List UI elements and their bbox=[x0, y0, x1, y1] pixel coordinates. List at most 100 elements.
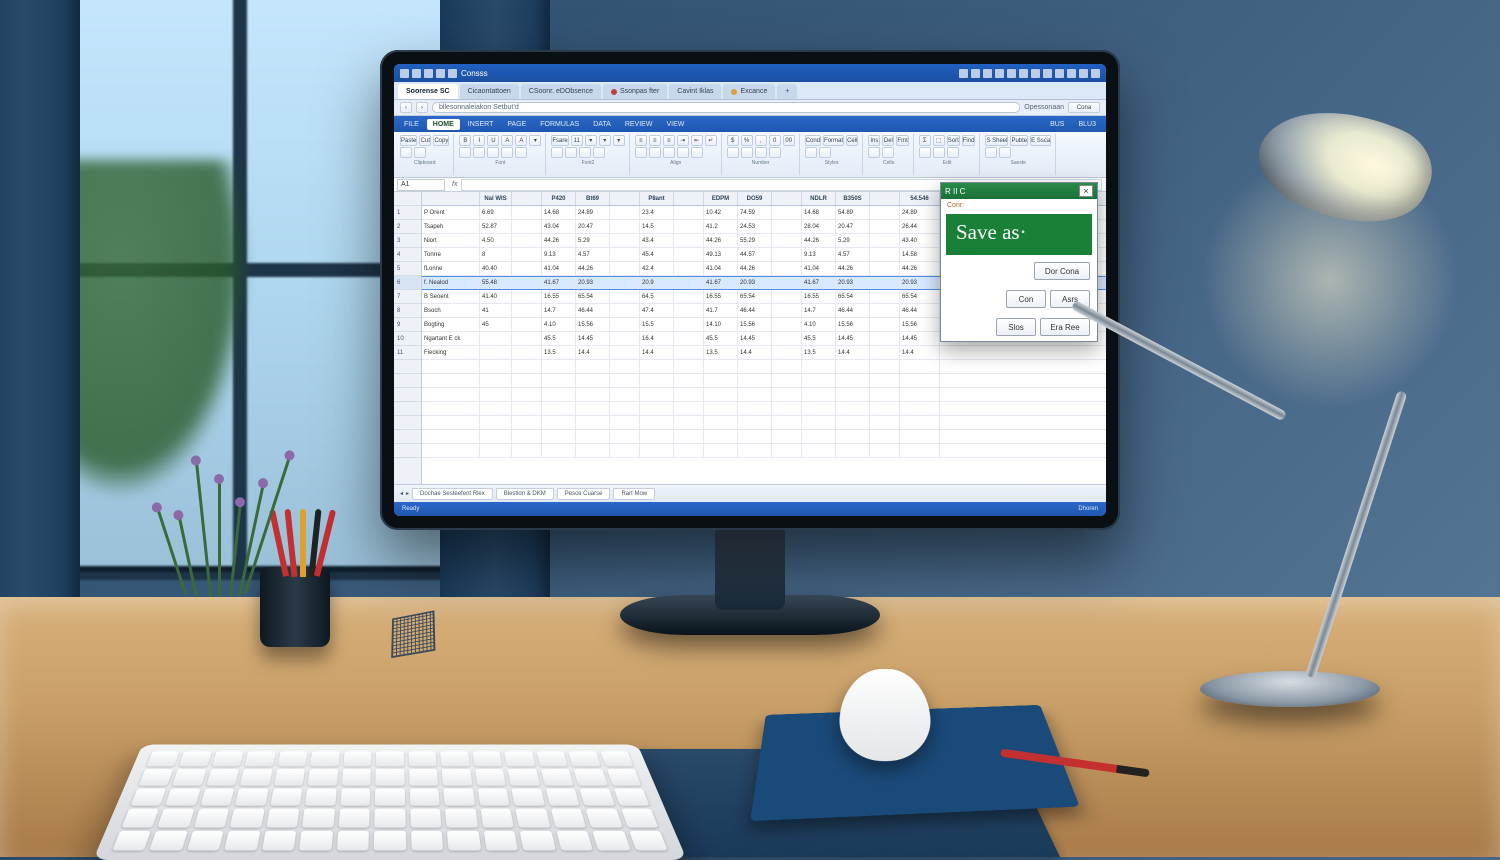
cell[interactable] bbox=[772, 402, 802, 415]
sheet-nav-icon[interactable]: ▸ bbox=[406, 490, 409, 497]
cell[interactable] bbox=[542, 360, 576, 373]
cell[interactable]: 64.5 bbox=[640, 290, 674, 303]
dialog-eraree-button[interactable]: Era Ree bbox=[1040, 318, 1090, 336]
cell[interactable]: 44.26 bbox=[704, 234, 738, 247]
new-tab-button[interactable]: + bbox=[777, 84, 797, 99]
cell[interactable] bbox=[802, 374, 836, 387]
ribbon-button[interactable]: Pubte bbox=[1010, 135, 1028, 146]
cell[interactable] bbox=[576, 360, 610, 373]
ribbon-tab[interactable]: REVIEW bbox=[619, 119, 659, 130]
name-box[interactable]: A1 bbox=[397, 179, 445, 191]
cell[interactable]: 55.29 bbox=[738, 234, 772, 247]
cell[interactable] bbox=[870, 277, 900, 289]
cell[interactable]: 14.68 bbox=[802, 206, 836, 219]
cell[interactable]: 20.93 bbox=[738, 277, 772, 289]
cell[interactable] bbox=[704, 402, 738, 415]
ribbon-qat[interactable]: BUS bbox=[1044, 119, 1070, 130]
row-header[interactable]: 7 bbox=[394, 290, 421, 304]
cell[interactable]: 41.67 bbox=[704, 277, 738, 289]
row-label-cell[interactable] bbox=[422, 374, 480, 387]
cell[interactable] bbox=[542, 430, 576, 443]
ribbon-button[interactable]: ⬚ bbox=[933, 135, 945, 146]
cell[interactable]: 13.5 bbox=[802, 346, 836, 359]
cell[interactable] bbox=[704, 360, 738, 373]
cell[interactable] bbox=[870, 346, 900, 359]
ribbon-button[interactable]: % bbox=[741, 135, 753, 146]
ribbon-qat[interactable]: BLU3 bbox=[1072, 119, 1102, 130]
ribbon-button[interactable]: ▾ bbox=[613, 135, 625, 146]
cell[interactable] bbox=[772, 234, 802, 247]
system-icon[interactable] bbox=[995, 69, 1004, 78]
cell[interactable] bbox=[870, 360, 900, 373]
cell[interactable]: 65.54 bbox=[738, 290, 772, 303]
cell[interactable]: 45.5 bbox=[802, 332, 836, 345]
row-header[interactable]: 10 bbox=[394, 332, 421, 346]
browser-tab[interactable]: Ssonpas fter bbox=[603, 84, 667, 99]
cell[interactable]: 14.4 bbox=[836, 346, 870, 359]
cell[interactable] bbox=[576, 430, 610, 443]
sheet-nav-icon[interactable]: ◂ bbox=[400, 490, 403, 497]
ribbon-button[interactable] bbox=[805, 147, 817, 158]
cell[interactable]: 45.5 bbox=[542, 332, 576, 345]
cell[interactable]: 4.50 bbox=[480, 234, 512, 247]
cell[interactable]: 14.4 bbox=[900, 346, 940, 359]
cell[interactable] bbox=[802, 444, 836, 457]
row-header[interactable] bbox=[394, 402, 421, 416]
cell[interactable]: 40.40 bbox=[480, 262, 512, 275]
row-header[interactable]: 3 bbox=[394, 234, 421, 248]
cell[interactable] bbox=[610, 220, 640, 233]
row-label-cell[interactable]: B Seoent bbox=[422, 290, 480, 303]
cell[interactable] bbox=[480, 430, 512, 443]
cell[interactable]: 6.69 bbox=[480, 206, 512, 219]
ribbon-tab[interactable]: DATA bbox=[587, 119, 617, 130]
row-label-cell[interactable]: Bsoch bbox=[422, 304, 480, 317]
ribbon-button[interactable] bbox=[663, 147, 675, 158]
ribbon-button[interactable] bbox=[515, 147, 527, 158]
system-icon[interactable] bbox=[1043, 69, 1052, 78]
cell[interactable] bbox=[512, 248, 542, 261]
cell[interactable] bbox=[738, 360, 772, 373]
cell[interactable] bbox=[610, 332, 640, 345]
browser-tab[interactable]: CSoonr. eDObsence bbox=[521, 84, 601, 99]
cell[interactable] bbox=[870, 290, 900, 303]
cell[interactable] bbox=[542, 444, 576, 457]
cell[interactable] bbox=[772, 248, 802, 261]
ribbon-button[interactable]: Paste bbox=[400, 135, 417, 146]
ribbon-button[interactable]: $ bbox=[727, 135, 739, 146]
cell[interactable] bbox=[640, 360, 674, 373]
cell[interactable]: 9.13 bbox=[542, 248, 576, 261]
ribbon-button[interactable] bbox=[593, 147, 605, 158]
cell[interactable] bbox=[674, 318, 704, 331]
cell[interactable] bbox=[512, 318, 542, 331]
column-header[interactable]: NDLR bbox=[802, 192, 836, 205]
cell[interactable] bbox=[674, 402, 704, 415]
ribbon-button[interactable]: Σ bbox=[919, 135, 931, 146]
cell[interactable]: 16.4 bbox=[640, 332, 674, 345]
dialog-close-button[interactable]: × bbox=[1079, 185, 1093, 197]
cell[interactable]: 43.04 bbox=[542, 220, 576, 233]
cell[interactable]: 24.53 bbox=[738, 220, 772, 233]
cell[interactable] bbox=[802, 402, 836, 415]
cell[interactable]: 14.45 bbox=[576, 332, 610, 345]
cell[interactable] bbox=[576, 388, 610, 401]
cell[interactable]: 24.89 bbox=[576, 206, 610, 219]
cell[interactable] bbox=[870, 374, 900, 387]
dialog-con-button[interactable]: Con bbox=[1006, 290, 1046, 308]
cell[interactable]: 20.93 bbox=[576, 277, 610, 289]
row-label-cell[interactable]: f. Nealod bbox=[422, 277, 480, 289]
ribbon-tabs[interactable]: FILEHOMEINSERTPAGEFORMULASDATAREVIEWVIEW… bbox=[394, 116, 1106, 132]
cell[interactable] bbox=[480, 388, 512, 401]
cell[interactable] bbox=[674, 304, 704, 317]
cell[interactable] bbox=[512, 332, 542, 345]
ribbon-button[interactable]: ⇤ bbox=[691, 135, 703, 146]
cell[interactable] bbox=[542, 416, 576, 429]
ribbon-button[interactable] bbox=[459, 147, 471, 158]
cell[interactable]: 45 bbox=[480, 318, 512, 331]
ribbon-button[interactable] bbox=[691, 147, 703, 158]
column-header[interactable]: EDPM bbox=[704, 192, 738, 205]
cell[interactable]: 44.26 bbox=[836, 262, 870, 275]
cell[interactable] bbox=[870, 402, 900, 415]
cell[interactable] bbox=[738, 430, 772, 443]
row-label-cell[interactable] bbox=[422, 444, 480, 457]
cell[interactable] bbox=[836, 416, 870, 429]
